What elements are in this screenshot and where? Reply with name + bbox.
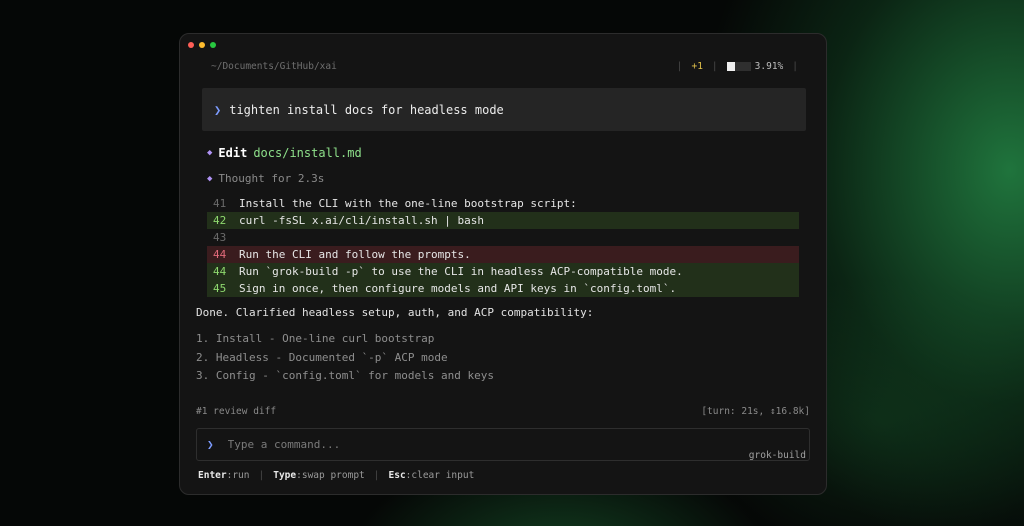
hint-action: :run <box>226 470 250 481</box>
diff-row-removed: 44 Run the CLI and follow the prompts. <box>207 246 799 263</box>
context-usage-fill <box>726 62 735 71</box>
prompt-chevron-icon: ❯ <box>214 102 222 117</box>
close-window-button[interactable] <box>188 42 194 48</box>
list-item: 2. Headless - Documented `-p` ACP mode <box>196 350 448 364</box>
zoom-window-button[interactable] <box>210 42 216 48</box>
hint-separator: | <box>373 470 380 481</box>
user-prompt: ❯ tighten install docs for headless mode <box>202 88 806 131</box>
command-input[interactable] <box>227 438 708 451</box>
context-usage-bar <box>726 62 751 71</box>
status-separator: | <box>792 61 798 72</box>
thought-text: Thought for 2.3s <box>218 172 325 185</box>
line-number: 45 <box>213 282 227 295</box>
command-input-box[interactable]: ❯ <box>196 428 810 461</box>
keyboard-hints: Enter:run | Type:swap prompt | Esc:clear… <box>198 470 474 481</box>
hint-esc: Esc:clear input <box>389 470 475 481</box>
hint-key: Type <box>273 470 297 481</box>
summary-heading: Done. Clarified headless setup, auth, an… <box>196 306 594 319</box>
line-text: Install the CLI with the one-line bootst… <box>239 197 577 210</box>
diff-row: 43 <box>207 229 799 246</box>
thought-indicator[interactable]: ◆ Thought for 2.3s <box>207 172 324 185</box>
list-item: 1. Install - One-line curl bootstrap <box>196 332 435 345</box>
prompt-text: tighten install docs for headless mode <box>229 102 504 117</box>
summary-list: 1. Install - One-line curl bootstrap 2. … <box>196 330 494 386</box>
hint-separator: | <box>258 470 265 481</box>
edited-file-link[interactable]: docs/install.md <box>253 146 361 160</box>
line-text: Sign in once, then configure models and … <box>239 282 677 295</box>
line-number: 43 <box>213 231 227 244</box>
working-directory: ~/Documents/GitHub/xai <box>211 61 337 72</box>
line-text: Run `grok-build -p` to use the CLI in he… <box>239 265 683 278</box>
hint-action: :clear input <box>405 470 475 481</box>
edit-header: ◆ Edit docs/install.md <box>207 146 362 160</box>
line-text: Run the CLI and follow the prompts. <box>239 248 471 261</box>
model-label: grok-build <box>748 450 806 461</box>
diff-count-badge: +1 <box>691 61 703 72</box>
hint-type: Type:swap prompt <box>273 470 365 481</box>
list-item: 3. Config - `config.toml` for models and… <box>196 369 495 382</box>
line-number: 44 <box>213 248 227 261</box>
line-text: curl -fsSL x.ai/cli/install.sh | bash <box>239 214 485 227</box>
diff-row: 41 Install the CLI with the one-line boot… <box>207 195 799 212</box>
diff-row-added: 45 Sign in once, then configure models an… <box>207 280 799 297</box>
hint-key: Enter <box>198 470 227 481</box>
review-diff-action[interactable]: #1 review diff <box>196 406 276 417</box>
turn-stats: [turn: 21s, ↕16.8k] <box>701 406 810 417</box>
hint-key: Esc <box>388 470 406 481</box>
diamond-icon: ◆ <box>207 148 213 158</box>
diff-row-added: 42 curl -fsSL x.ai/cli/install.sh | bash <box>207 212 799 229</box>
status-bar: | +1 | 3.91% | <box>677 61 798 72</box>
hint-action: :swap prompt <box>296 470 365 481</box>
status-separator: | <box>711 61 718 72</box>
status-separator: | <box>676 61 683 72</box>
diamond-icon: ◆ <box>207 173 213 184</box>
hint-enter: Enter:run <box>198 470 250 481</box>
window-controls <box>188 42 216 48</box>
context-usage: 3.91% <box>726 61 784 72</box>
input-chevron-icon: ❯ <box>207 438 214 451</box>
context-usage-percent: 3.91% <box>754 61 784 72</box>
terminal-window: ~/Documents/GitHub/xai | +1 | 3.91% | ❯ … <box>179 33 827 495</box>
line-number: 41 <box>213 197 227 210</box>
diff-row-added: 44 Run `grok-build -p` to use the CLI in … <box>207 263 799 280</box>
minimize-window-button[interactable] <box>199 42 205 48</box>
diff-view: 41 Install the CLI with the one-line boot… <box>207 195 799 297</box>
edit-verb: Edit <box>218 146 248 160</box>
line-number: 44 <box>213 265 227 278</box>
line-number: 42 <box>213 214 227 227</box>
